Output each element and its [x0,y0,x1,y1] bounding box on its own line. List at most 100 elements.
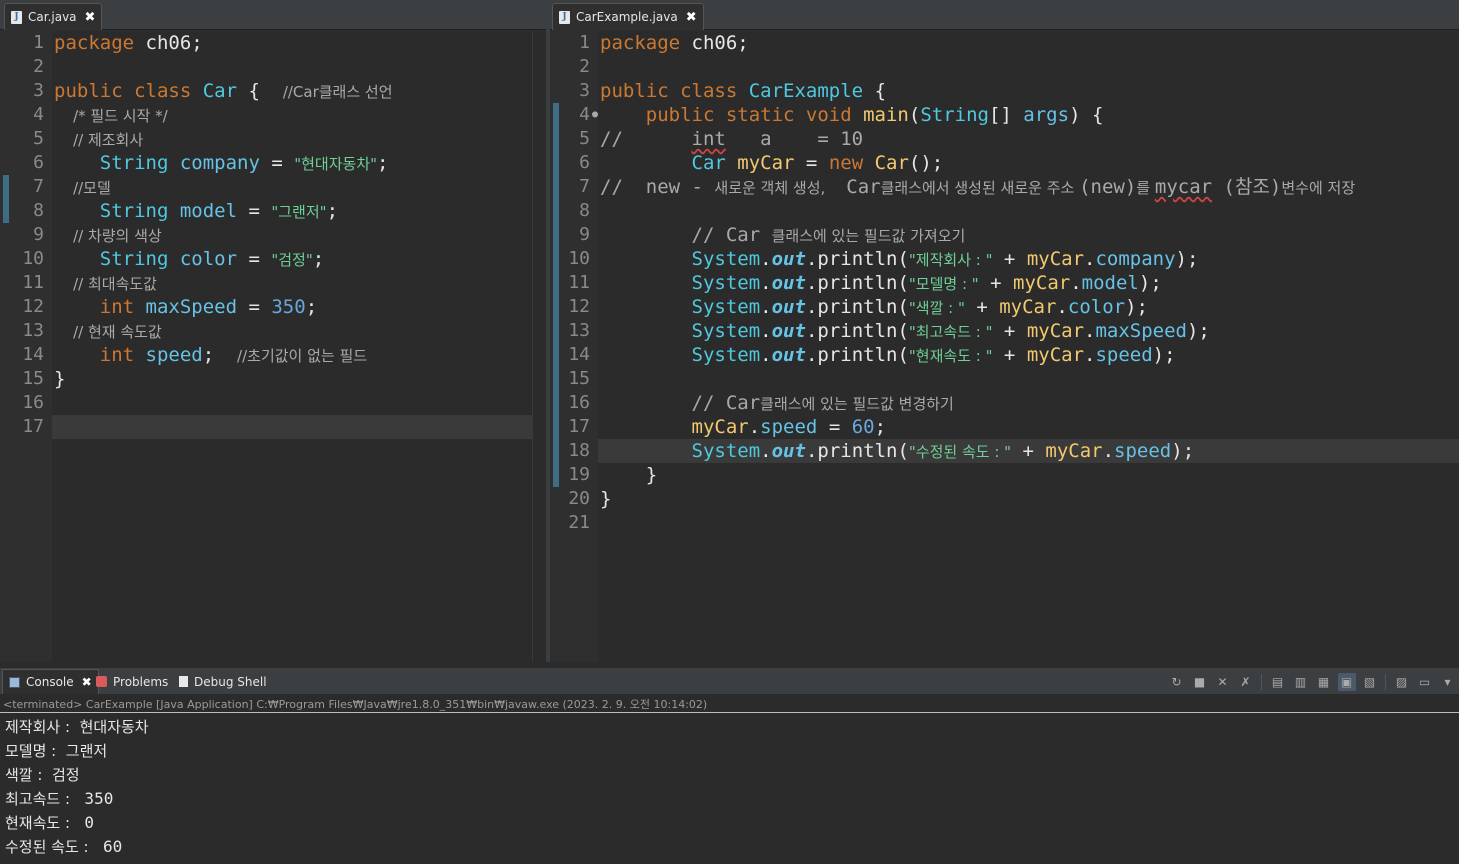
pin-console-icon[interactable]: ▨ [1393,673,1411,691]
line-number: 6 [33,152,44,173]
output-line: 모델명 : 그랜저 [5,742,108,760]
line-number-changed: 15 [550,367,598,391]
line-number: 2 [33,56,44,77]
change-marker [553,415,559,439]
left-tab-bar: J Car.java ✖ [0,0,546,30]
left-editor-pane: J Car.java ✖ 1 2 3 4 5 6 7 8 9 10 11 12 … [0,0,546,662]
line-number-gutter: 1 2 3 4 ● 5 6 7 8 9 10 11 12 13 14 15 16 … [550,31,598,662]
close-icon[interactable]: ✖ [686,10,697,25]
tab-problems[interactable]: Problems [90,669,174,694]
terminate-icon[interactable]: ■ [1191,673,1209,691]
code-line: String model = "그랜저"; [54,200,339,222]
code-line: System.out.println("제작회사 : " + myCar.com… [691,248,1199,270]
code-line: int speed; //초기값이 없는 필드 [54,344,368,366]
toolbar-separator [1261,674,1262,690]
change-marker [3,199,9,223]
code-line: } [600,488,612,510]
line-number: 12 [22,296,44,317]
tab-label: Console [26,675,74,689]
line-number-changed: 10 [550,247,598,271]
code-editor[interactable]: 1 2 3 4 5 6 7 8 9 10 11 12 13 14 15 16 1… [0,31,546,662]
console-status-line: <terminated> CarExample [Java Applicatio… [0,696,1459,713]
tab-car-java[interactable]: J Car.java ✖ [4,3,103,30]
code-line: String color = "검정"; [54,248,325,270]
change-marker [553,271,559,295]
console-toolbar: ↻ ■ ✕ ✗ ▤ ▥ ▦ ▣ ▧ ▨ ▭ ▾ [1165,671,1459,693]
tab-debug-shell[interactable]: Debug Shell [173,669,273,694]
refresh-icon[interactable]: ↻ [1168,673,1186,691]
close-icon[interactable]: ✖ [85,10,96,25]
code-line: System.out.println("모델명 : " + myCar.mode… [691,272,1162,294]
show-on-error-icon[interactable]: ▧ [1361,673,1379,691]
display-console-icon[interactable]: ▭ [1416,673,1434,691]
chevron-down-icon[interactable]: ▾ [1439,673,1457,691]
word-wrap-icon[interactable]: ▦ [1315,673,1333,691]
remove-launch-icon[interactable]: ✕ [1214,673,1232,691]
line-number: 20 [568,488,590,509]
code-line: // 차량의 색상 [54,227,162,245]
console-output[interactable]: 제작회사 : 현대자동차 모델명 : 그랜저 색깔 : 검정 최고속드 : 35… [5,715,1459,859]
line-number-changed: 12 [550,295,598,319]
code-line: } [54,368,66,390]
line-number: 17 [22,416,44,437]
line-number: 10 [22,248,44,269]
code-line: System.out.println("최고속드 : " + myCar.max… [691,320,1210,342]
code-line: System.out.println("현재속도 : " + myCar.spe… [691,344,1176,366]
code-line: // Car 클래스에 있는 필드값 가져오기 [600,224,966,246]
change-marker [553,127,559,151]
code-line: /* 필드 시작 */ [54,107,168,125]
line-number-changed: 5 [550,127,598,151]
tab-console[interactable]: Console ✖ [2,669,99,694]
tab-label: Debug Shell [194,674,267,689]
output-line: 색깔 : 검정 [5,766,80,784]
change-marker [553,199,559,223]
change-marker [553,247,559,271]
code-line: package ch06; [600,32,749,54]
current-line-highlight [52,415,532,439]
change-marker [553,439,559,463]
line-number-changed: 19 [550,463,598,487]
code-editor[interactable]: 1 2 3 4 ● 5 6 7 8 9 10 11 12 13 14 15 16 … [550,31,1459,662]
show-on-output-icon[interactable]: ▣ [1337,673,1356,691]
code-line: // 현재 속도값 [54,323,162,341]
toolbar-separator [1385,674,1386,690]
code-line: // int a = 10 [600,128,864,150]
remove-all-icon[interactable]: ✗ [1237,673,1255,691]
vertical-scrollbar[interactable] [532,31,546,662]
code-line: //모델 [54,179,111,197]
code-text[interactable]: package ch06; public class Car { //Car클래… [52,31,532,662]
change-marker [553,343,559,367]
console-view: Console ✖ Problems Debug Shell ↻ ■ ✕ ✗ ▤… [0,662,1459,864]
code-line: public class Car { //Car클래스 선언 [54,80,393,102]
line-number: 1 [579,32,590,53]
console-icon [9,676,20,688]
java-file-icon [179,676,188,687]
output-line: 제작회사 : 현대자동차 [5,718,149,736]
line-number: 16 [22,392,44,413]
change-marker [553,151,559,175]
code-line: myCar.speed = 60; [691,416,887,438]
tab-carexample-java[interactable]: J CarExample.java ✖ [552,3,704,30]
code-line: public class CarExample { [600,80,887,102]
scroll-lock-icon[interactable]: ▥ [1292,673,1310,691]
code-text[interactable]: package ch06; public class CarExample { … [598,31,1459,662]
line-number-changed: 18 [550,439,598,463]
line-number-changed: 7 [550,175,598,199]
line-number-changed: 6 [550,151,598,175]
tab-label: Car.java [28,10,77,24]
change-marker [553,391,559,415]
tab-label: Problems [113,674,169,689]
change-marker [553,223,559,247]
change-marker [553,319,559,343]
code-line: Car myCar = new Car(); [691,152,944,174]
line-number: 9 [33,224,44,245]
code-line: // Car클래스에 있는 필드값 변경하기 [600,392,954,414]
clear-console-icon[interactable]: ▤ [1269,673,1287,691]
line-number-changed: 14 [550,343,598,367]
change-marker [553,295,559,319]
